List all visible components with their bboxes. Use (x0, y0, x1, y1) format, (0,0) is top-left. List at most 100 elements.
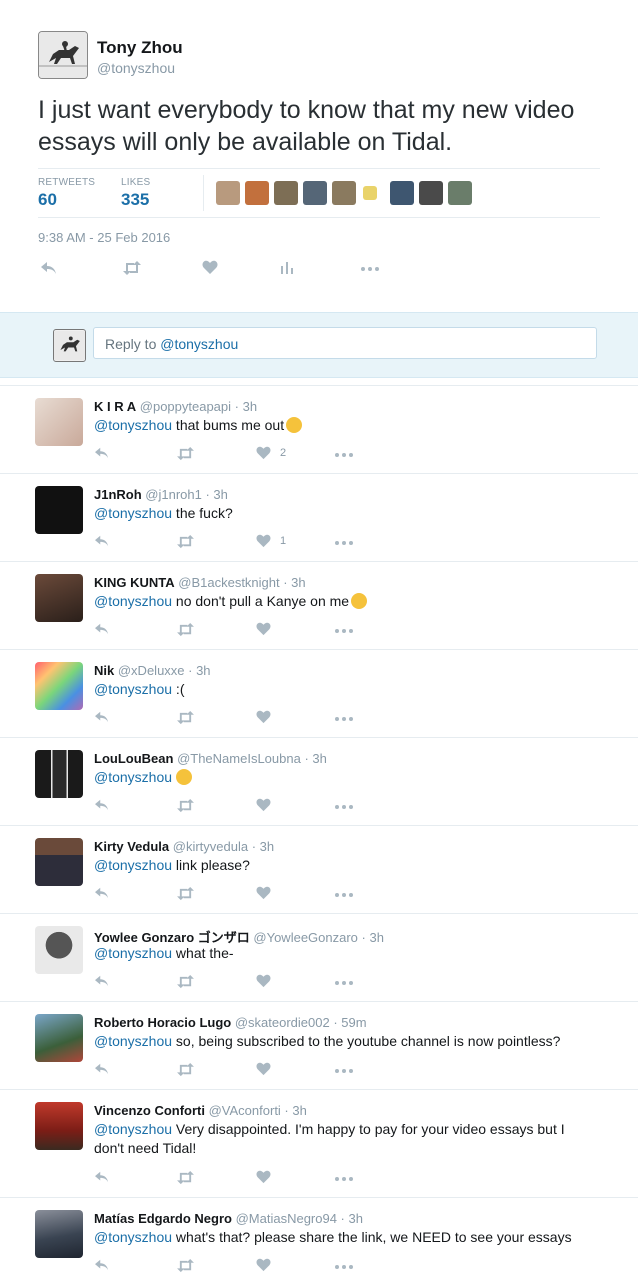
liker-avatar[interactable] (332, 181, 356, 205)
liker-avatar[interactable] (390, 181, 414, 205)
more-icon[interactable] (360, 260, 380, 276)
reply-mention[interactable]: @tonyszhou (94, 505, 172, 521)
reply-avatar[interactable] (35, 486, 83, 534)
reply-author-name[interactable]: Kirty Vedula (94, 839, 169, 854)
liker-avatar[interactable] (303, 181, 327, 205)
reply-icon[interactable] (94, 534, 110, 548)
author-name[interactable]: Tony Zhou (97, 38, 183, 58)
reply-item: K I R A @poppyteapapi · 3h @tonyszhou th… (0, 385, 638, 474)
liker-avatar[interactable] (448, 181, 472, 205)
reply-mention[interactable]: @tonyszhou (94, 1121, 172, 1137)
retweet-icon[interactable] (176, 1170, 195, 1185)
reply-icon[interactable] (94, 1258, 110, 1272)
more-icon[interactable] (334, 1258, 354, 1274)
retweet-icon[interactable] (176, 622, 195, 637)
reply-body: the fuck? (172, 505, 233, 521)
retweet-icon[interactable] (176, 974, 195, 989)
like-icon[interactable] (256, 622, 271, 636)
reply-mention[interactable]: @tonyszhou (94, 769, 172, 785)
like-icon[interactable] (256, 710, 271, 724)
likes-count: 335 (121, 190, 150, 209)
reply-avatar[interactable] (35, 574, 83, 622)
retweet-icon[interactable] (176, 886, 195, 901)
retweet-icon[interactable] (176, 710, 195, 725)
like-icon[interactable] (256, 446, 271, 460)
reply-avatar[interactable] (35, 398, 83, 446)
retweet-icon[interactable] (176, 1062, 195, 1077)
like-icon[interactable] (202, 260, 218, 275)
reply-icon[interactable] (40, 260, 58, 276)
retweet-icon[interactable] (176, 534, 195, 549)
likes-stat[interactable]: LIKES 335 (121, 177, 150, 210)
like-icon[interactable] (256, 974, 271, 988)
reply-author-name[interactable]: Yowlee Gonzaro ゴンザロ (94, 930, 250, 945)
more-icon[interactable] (334, 622, 354, 638)
like-icon[interactable] (256, 1062, 271, 1076)
reply-icon[interactable] (94, 1170, 110, 1184)
author-handle[interactable]: @tonyszhou (97, 60, 175, 76)
more-icon[interactable] (334, 710, 354, 726)
reply-icon[interactable] (94, 1062, 110, 1076)
analytics-icon[interactable] (280, 260, 294, 274)
reply-meta: @xDeluxxe · 3h (117, 663, 211, 678)
reply-avatar[interactable] (35, 838, 83, 886)
more-icon[interactable] (334, 1170, 354, 1186)
liker-avatar[interactable] (363, 186, 377, 200)
reply-author-name[interactable]: Matías Edgardo Negro (94, 1211, 232, 1226)
tweet-timestamp[interactable]: 9:38 AM - 25 Feb 2016 (38, 230, 170, 245)
reply-icon[interactable] (94, 622, 110, 636)
more-icon[interactable] (334, 886, 354, 902)
reply-body: link please? (172, 857, 250, 873)
reply-mention[interactable]: @tonyszhou (94, 1033, 172, 1049)
retweet-icon[interactable] (176, 446, 195, 461)
like-count: 1 (280, 535, 287, 547)
reply-avatar[interactable] (35, 926, 83, 974)
reply-author-name[interactable]: Nik (94, 663, 114, 678)
more-icon[interactable] (334, 798, 354, 814)
like-icon[interactable] (256, 1258, 271, 1272)
reply-mention[interactable]: @tonyszhou (94, 1229, 172, 1245)
reply-input[interactable]: Reply to @tonyszhou (93, 327, 597, 359)
reply-avatar[interactable] (35, 1210, 83, 1258)
reply-meta: @skateordie002 · 59m (234, 1015, 367, 1030)
retweet-icon[interactable] (176, 1258, 195, 1273)
retweet-icon[interactable] (176, 798, 195, 813)
reply-author-name[interactable]: KING KUNTA (94, 575, 175, 590)
reply-icon[interactable] (94, 886, 110, 900)
reply-mention[interactable]: @tonyszhou (94, 945, 172, 961)
reply-icon[interactable] (94, 710, 110, 724)
liker-avatar[interactable] (419, 181, 443, 205)
author-avatar[interactable] (38, 31, 88, 79)
reply-icon[interactable] (94, 974, 110, 988)
reply-mention[interactable]: @tonyszhou (94, 417, 172, 433)
reply-author-name[interactable]: K I R A (94, 399, 136, 414)
reply-mention[interactable]: @tonyszhou (94, 681, 172, 697)
like-icon[interactable] (256, 534, 271, 548)
reply-item: LouLouBean @TheNameIsLoubna · 3h @tonysz… (0, 737, 638, 826)
reply-author-name[interactable]: Roberto Horacio Lugo (94, 1015, 231, 1030)
reply-icon[interactable] (94, 446, 110, 460)
like-icon[interactable] (256, 798, 271, 812)
more-icon[interactable] (334, 534, 354, 550)
like-icon[interactable] (256, 886, 271, 900)
reply-author-name[interactable]: J1nRoh (94, 487, 142, 502)
reply-avatar[interactable] (35, 1102, 83, 1150)
more-icon[interactable] (334, 974, 354, 990)
reply-author-name[interactable]: LouLouBean (94, 751, 173, 766)
like-icon[interactable] (256, 1170, 271, 1184)
reply-author-name[interactable]: Vincenzo Conforti (94, 1103, 205, 1118)
liker-avatar[interactable] (216, 181, 240, 205)
retweet-icon[interactable] (122, 260, 142, 276)
reply-actions (94, 798, 394, 816)
reply-avatar[interactable] (35, 750, 83, 798)
more-icon[interactable] (334, 446, 354, 462)
more-icon[interactable] (334, 1062, 354, 1078)
reply-mention[interactable]: @tonyszhou (94, 593, 172, 609)
reply-avatar[interactable] (35, 1014, 83, 1062)
retweets-stat[interactable]: RETWEETS 60 (38, 177, 95, 210)
reply-avatar[interactable] (35, 662, 83, 710)
liker-avatar[interactable] (274, 181, 298, 205)
reply-mention[interactable]: @tonyszhou (94, 857, 172, 873)
liker-avatar[interactable] (245, 181, 269, 205)
reply-icon[interactable] (94, 798, 110, 812)
